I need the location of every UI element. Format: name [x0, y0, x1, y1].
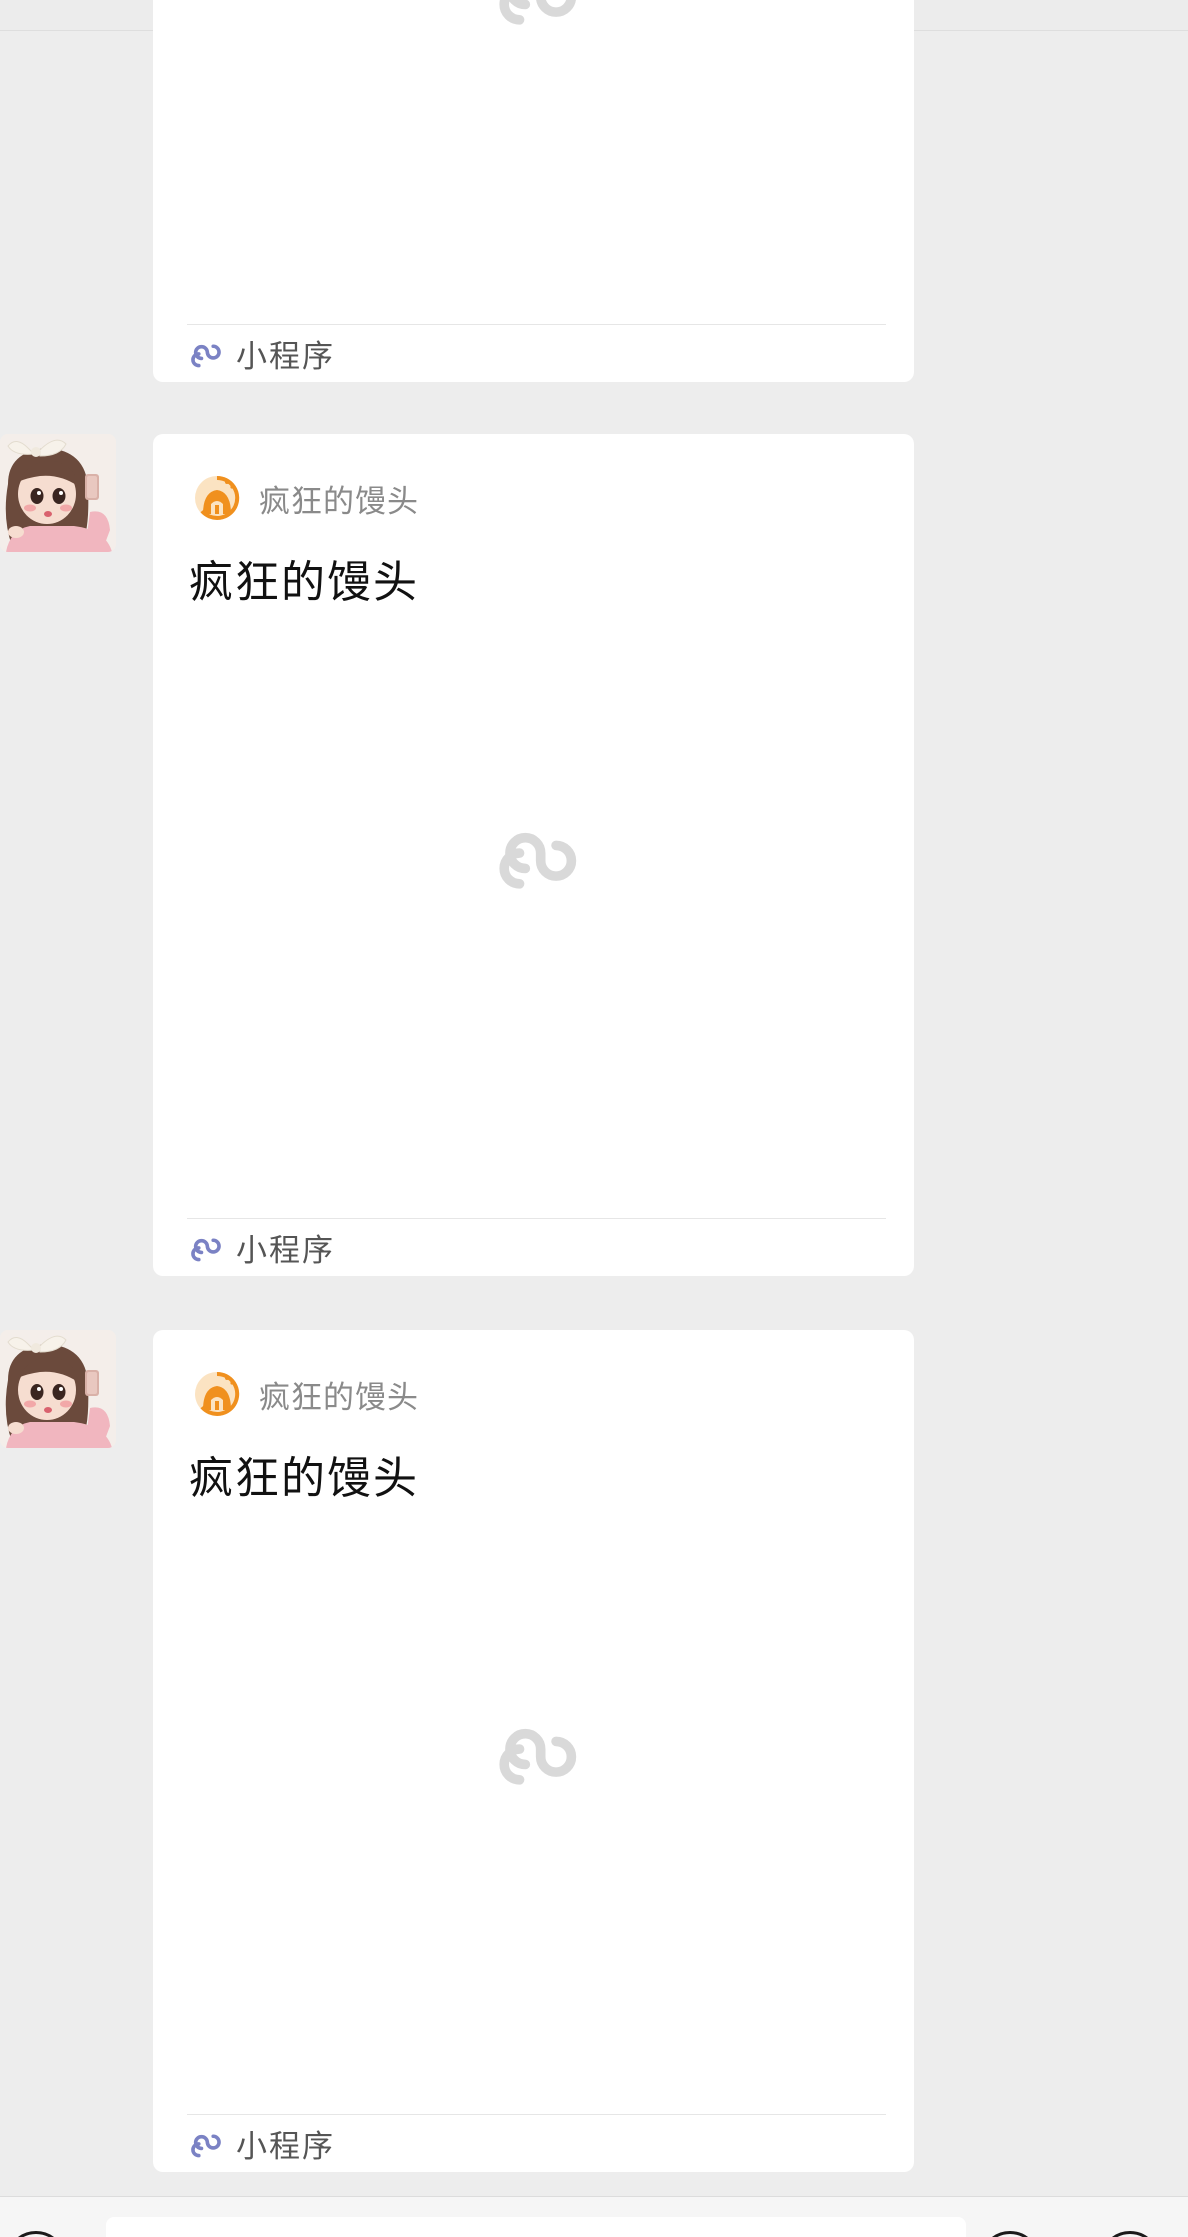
more-button[interactable] [1100, 2231, 1160, 2237]
miniprogram-placeholder-icon [499, 1728, 577, 1785]
card-title: 疯狂的馒头 [189, 557, 419, 608]
message-input[interactable] [106, 2217, 966, 2237]
miniprogram-card[interactable]: 小程序 [153, 0, 914, 382]
avatar[interactable] [0, 434, 116, 552]
miniprogram-placeholder-icon [499, 832, 577, 889]
card-header: 疯狂的馒头 [193, 1368, 419, 1420]
card-divider [187, 2114, 886, 2115]
chat-message-list[interactable]: 小程序 疯狂的馒头 疯狂的馒头 小程序 疯狂的馒头 疯狂的馒头 小程序 [0, 0, 1188, 2236]
card-divider [187, 324, 886, 325]
card-footer: 小程序 [188, 1225, 335, 1269]
avatar-image [0, 434, 116, 552]
card-title: 疯狂的馒头 [189, 1453, 419, 1504]
miniprogram-card[interactable]: 疯狂的馒头 疯狂的馒头 小程序 [153, 1330, 914, 2172]
card-footer: 小程序 [188, 331, 335, 375]
miniprogram-icon [191, 2134, 221, 2158]
card-divider [187, 1218, 886, 1219]
miniprogram-icon [191, 1238, 221, 1262]
avatar[interactable] [0, 1330, 116, 1448]
card-footer: 小程序 [188, 2121, 335, 2165]
crazy-mantou-logo-icon [195, 475, 240, 520]
miniprogram-label: 小程序 [236, 2128, 335, 2165]
miniprogram-label: 小程序 [236, 1232, 335, 1269]
card-header: 疯狂的馒头 [193, 472, 419, 524]
chat-input-bar [0, 2196, 1188, 2237]
miniprogram-icon [191, 344, 221, 368]
miniprogram-placeholder-icon [499, 0, 576, 25]
miniprogram-label: 小程序 [236, 338, 335, 375]
app-name: 疯狂的馒头 [259, 1379, 419, 1416]
app-name: 疯狂的馒头 [259, 483, 419, 520]
miniprogram-card[interactable]: 疯狂的馒头 疯狂的馒头 小程序 [153, 434, 914, 1276]
crazy-mantou-logo-icon [195, 1371, 240, 1416]
voice-button[interactable] [6, 2231, 66, 2237]
emoji-button[interactable] [980, 2231, 1040, 2237]
avatar-image [0, 1330, 116, 1448]
